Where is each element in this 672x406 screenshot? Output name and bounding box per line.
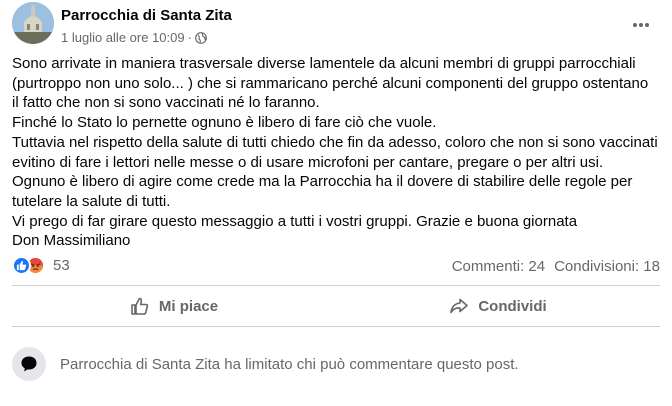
share-button-label: Condividi — [478, 297, 547, 315]
post-line: tutelare la salute di tutti. — [12, 192, 171, 210]
comment-bubble-icon — [12, 347, 46, 381]
post-header: Parrocchia di Santa Zita 1 luglio alle o… — [12, 2, 660, 48]
post-line: Ognuno è libero di agire come crede ma l… — [12, 173, 633, 191]
thumbs-up-icon — [131, 297, 149, 315]
post-line: Vi prego di far girare questo messaggio … — [12, 212, 578, 230]
post-meta: 1 luglio alle ore 10:09 · — [61, 30, 207, 45]
reactions-summary[interactable]: 53 — [12, 256, 70, 275]
more-options-button[interactable] — [630, 14, 652, 36]
post-line: evitino di fare i lettori nelle messe o … — [12, 153, 604, 171]
comments-count-link[interactable]: Commenti: 24 — [452, 258, 545, 275]
like-icon — [12, 256, 31, 275]
globe-icon — [195, 31, 207, 44]
post-line: Finché lo Stato lo pernette ognuno è lib… — [12, 114, 437, 132]
shares-count-link[interactable]: Condivisioni: 18 — [554, 258, 660, 275]
like-button-label: Mi piace — [158, 297, 219, 315]
more-dots-icon — [633, 23, 649, 27]
comment-restriction-notice: Parrocchia di Santa Zita ha limitato chi… — [12, 346, 660, 382]
action-bar: Mi piace Condividi — [12, 288, 660, 324]
post-stats: 53 Commenti: 24 Condivisioni: 18 — [12, 256, 660, 278]
post-line: (purtroppo non uno solo... ) che si ramm… — [12, 74, 649, 92]
post-line: il fatto che non si sono vaccinati né lo… — [12, 94, 320, 112]
page-name[interactable]: Parrocchia di Santa Zita — [61, 7, 232, 24]
meta-separator: · — [187, 30, 192, 45]
stats-divider — [12, 285, 660, 286]
post-line: Sono arrivate in maniera trasversale div… — [12, 55, 636, 72]
engagement-counts: Commenti: 24 Condivisioni: 18 — [452, 258, 660, 275]
like-button[interactable]: Mi piace — [12, 288, 336, 324]
post-body: Sono arrivate in maniera trasversale div… — [12, 54, 664, 251]
reaction-count: 53 — [53, 257, 70, 274]
share-arrow-icon — [450, 298, 469, 314]
post-timestamp[interactable]: 1 luglio alle ore 10:09 — [61, 30, 185, 45]
post-line: Don Massimiliano — [12, 232, 131, 250]
comment-restriction-text: Parrocchia di Santa Zita ha limitato chi… — [60, 355, 519, 373]
actions-divider — [12, 326, 660, 327]
page-avatar[interactable] — [12, 2, 54, 44]
post-line: Tuttavia nel rispetto della salute di tu… — [12, 133, 658, 151]
share-button[interactable]: Condividi — [336, 288, 660, 324]
